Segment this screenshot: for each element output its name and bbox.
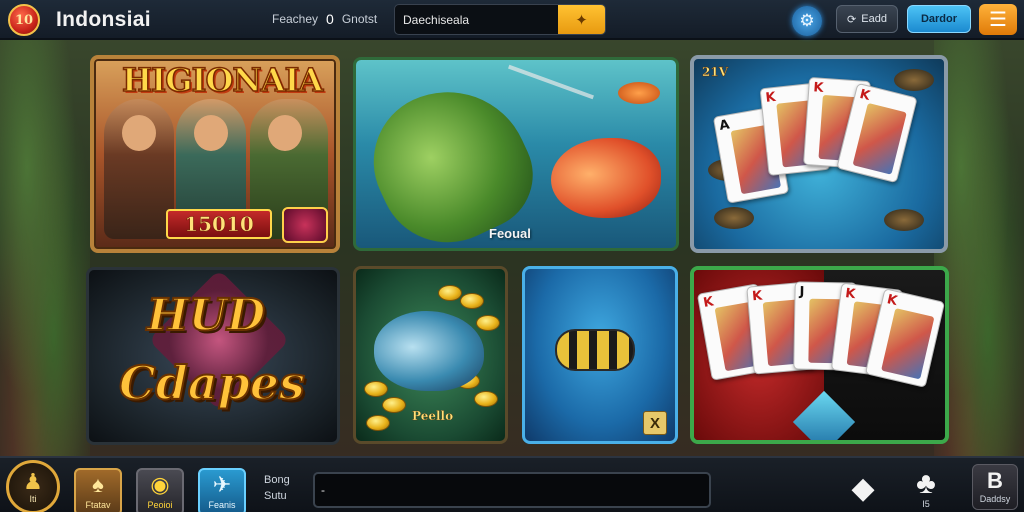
game-title: HIGIONAIA: [121, 60, 324, 100]
jackpot-score: 15010: [166, 209, 272, 239]
nav-item-count: 0: [326, 11, 334, 27]
chat-label: Bong Sutu: [264, 472, 290, 504]
chat-label-line2: Sutu: [264, 490, 287, 502]
card-rank: K: [764, 89, 777, 106]
logo-text: 10: [14, 12, 34, 28]
game-title-line1: HUD: [146, 289, 266, 342]
coin-icon: [364, 381, 388, 397]
emblem-icon: [282, 207, 328, 243]
dock-bird-button[interactable]: ✈ Feanis: [198, 468, 246, 512]
menu-icon: ☰: [989, 9, 1007, 31]
coin-icon: [460, 293, 484, 309]
dock-label: Ftatav: [85, 500, 111, 510]
top-nav: Feachey 0 Gnotst: [272, 11, 377, 27]
fish-icon: [884, 209, 924, 231]
coin-icon: [382, 397, 406, 413]
dock-label: Peoioi: [147, 500, 173, 510]
diamond-button[interactable]: ◆: [843, 468, 883, 510]
bottom-bar: ♟ Iti ♠ Ftatav ◉ Peoioi ✈ Feanis Bong Su…: [0, 456, 1024, 512]
diamond-suit-icon: ◆: [851, 472, 875, 505]
fish-icon: [894, 69, 934, 91]
card-rank: K: [858, 86, 872, 104]
hero-figure-1: [104, 99, 174, 239]
game-badge: 21V: [702, 65, 729, 79]
dock-coin-button[interactable]: ◉ Peoioi: [136, 468, 184, 512]
coin-icon: [438, 285, 462, 301]
club-button[interactable]: ♣ I5: [906, 468, 946, 510]
card-rank: A: [718, 117, 731, 134]
trophy-icon: ♟: [23, 468, 43, 494]
cashier-label: Daddsy: [979, 494, 1011, 504]
cashier-button[interactable]: B Daddsy: [972, 464, 1018, 510]
refresh-icon: ⟳: [847, 13, 857, 26]
game-card-hud-cdapes[interactable]: HUD Cdapes: [86, 267, 340, 445]
app-title: Indonsiai: [56, 8, 151, 31]
coin-icon: [476, 315, 500, 331]
register-label: Dardor: [920, 13, 958, 25]
chat-input[interactable]: [313, 472, 711, 508]
fishing-line: [508, 64, 594, 100]
drone-image: [555, 329, 635, 371]
bird-icon: ✈: [212, 472, 232, 497]
profile-button[interactable]: ♟ Iti: [6, 460, 60, 512]
gift-icon: ♠: [92, 472, 104, 497]
game-card-heroes[interactable]: HIGIONAIA 15010: [90, 55, 340, 253]
card-rank: K: [844, 286, 857, 303]
coin-icon: [366, 415, 390, 431]
small-fish-image: [618, 82, 660, 104]
search-input[interactable]: [395, 5, 558, 34]
search-button[interactable]: ✦: [558, 5, 605, 34]
close-icon[interactable]: X: [643, 411, 667, 435]
coin-icon: [474, 391, 498, 407]
card-rank: J: [799, 284, 805, 300]
red-fish-image: [551, 138, 661, 218]
fish-icon: [714, 207, 754, 229]
profile-label: Iti: [29, 493, 37, 504]
game-label: Peello: [412, 409, 454, 423]
login-button[interactable]: ⟳ Eadd: [836, 5, 898, 33]
card-rank: K: [885, 292, 899, 310]
game-card-poker[interactable]: K K J K K: [690, 266, 949, 444]
game-card-drone[interactable]: X: [522, 266, 678, 444]
game-title-line2: Cdapes: [118, 355, 306, 411]
club-suit-icon: ♣: [916, 467, 936, 500]
tuna-fish-image: [374, 311, 484, 391]
search-icon: ✦: [575, 11, 588, 29]
menu-button[interactable]: ☰: [979, 4, 1017, 35]
game-label: Feoual: [489, 226, 531, 241]
chat-label-line1: Bong: [264, 474, 290, 486]
top-bar: 10 Indonsiai Feachey 0 Gnotst ✦ ⚙ ⟳ Eadd…: [0, 0, 1024, 40]
settings-gear-icon[interactable]: ⚙: [792, 6, 822, 36]
nav-item-featured[interactable]: Feachey: [272, 12, 318, 26]
game-card-underwater-cards[interactable]: 21V A K K K: [690, 55, 948, 253]
game-card-fishing[interactable]: Feoual: [353, 57, 679, 251]
club-label: I5: [922, 499, 930, 509]
card-rank: K: [702, 294, 715, 311]
register-button[interactable]: Dardor: [907, 5, 971, 33]
login-label: Eadd: [861, 13, 887, 25]
search-box: ✦: [394, 4, 606, 35]
dock-gift-button[interactable]: ♠ Ftatav: [74, 468, 122, 512]
bass-fish-image: [356, 65, 551, 248]
cashier-icon: B: [987, 468, 1003, 493]
jungle-backdrop-left: [0, 40, 90, 462]
logo[interactable]: 10: [8, 4, 40, 36]
coin-icon: ◉: [150, 472, 170, 497]
card-rank: K: [751, 288, 763, 305]
card-rank: K: [812, 80, 824, 96]
game-card-coin-fish[interactable]: Peello: [353, 266, 508, 444]
dock-label: Feanis: [208, 500, 236, 510]
nav-item-ghost[interactable]: Gnotst: [342, 12, 377, 26]
